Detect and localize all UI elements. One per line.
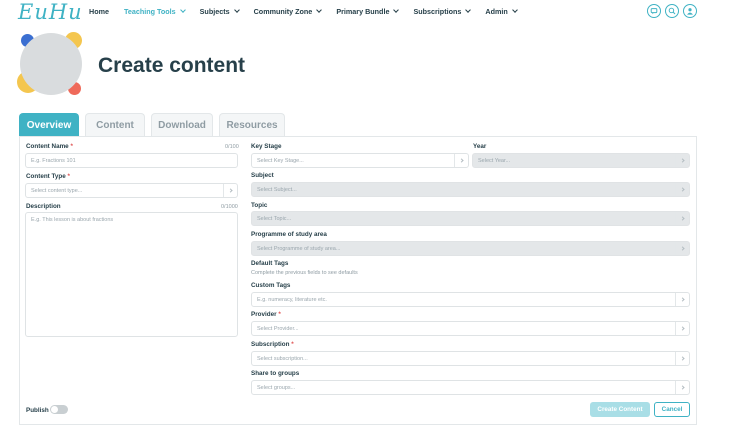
nav-item-subjects[interactable]: Subjects: [200, 7, 240, 16]
nav-item-subscriptions[interactable]: Subscriptions: [413, 7, 472, 16]
avatar-placeholder[interactable]: [20, 33, 82, 95]
create-content-button[interactable]: Create Content: [590, 402, 650, 417]
provider-select[interactable]: Select Provider...: [251, 321, 690, 336]
custom-tags-input[interactable]: E.g. numeracy, literature etc.: [251, 292, 690, 307]
provider-label: Provider *: [251, 311, 281, 318]
nav-item-community-zone[interactable]: Community Zone: [254, 7, 323, 16]
chevron-down-icon: [675, 212, 689, 225]
top-nav: EuHu Home Teaching Tools Subjects Commun…: [0, 0, 734, 24]
description-counter: 0/1000: [221, 204, 238, 210]
content-name-label: Content Name *: [26, 143, 73, 150]
logo[interactable]: EuHu: [18, 0, 83, 24]
chevron-down-icon: [675, 154, 689, 167]
tab-download[interactable]: Download: [151, 113, 213, 136]
chevron-down-icon: [465, 7, 472, 13]
chevron-down-icon: [675, 322, 689, 335]
chevron-down-icon: [675, 242, 689, 255]
subscription-label: Subscription *: [251, 341, 294, 348]
chevron-down-icon: [511, 7, 518, 13]
chevron-down-icon: [675, 352, 689, 365]
share-groups-label: Share to groups: [251, 370, 300, 377]
share-groups-select[interactable]: Select groups...: [251, 380, 690, 395]
user-icon[interactable]: [683, 4, 697, 18]
nav-menu: Home Teaching Tools Subjects Community Z…: [89, 7, 532, 16]
nav-item-teaching-tools[interactable]: Teaching Tools: [124, 7, 186, 16]
chevron-down-icon: [675, 183, 689, 196]
key-stage-select[interactable]: Select Key Stage...: [251, 153, 469, 168]
subject-select[interactable]: Select Subject...: [251, 182, 690, 197]
content-avatar: [17, 31, 84, 97]
chevron-down-icon: [393, 7, 400, 13]
tab-resources[interactable]: Resources: [219, 113, 285, 136]
programme-label: Programme of study area: [251, 231, 327, 238]
subject-label: Subject: [251, 172, 274, 179]
search-icon[interactable]: [665, 4, 679, 18]
chat-icon[interactable]: [647, 4, 661, 18]
nav-item-primary-bundle[interactable]: Primary Bundle: [336, 7, 400, 16]
publish-label: Publish: [26, 407, 49, 414]
nav-icons: [647, 4, 697, 18]
nav-item-admin[interactable]: Admin: [485, 7, 518, 16]
topic-select[interactable]: Select Topic...: [251, 211, 690, 226]
subscription-select[interactable]: Select subscription...: [251, 351, 690, 366]
key-stage-label: Key Stage: [251, 143, 282, 150]
chevron-down-icon: [179, 7, 186, 13]
chevron-down-icon: [223, 184, 237, 197]
topic-label: Topic: [251, 202, 268, 209]
tab-bar: Overview Content Download Resources: [19, 113, 285, 136]
tab-overview[interactable]: Overview: [19, 113, 79, 136]
content-type-select[interactable]: Select content type...: [25, 183, 238, 198]
chevron-down-icon: [233, 7, 240, 13]
chevron-down-icon: [675, 381, 689, 394]
chevron-down-icon: [316, 7, 323, 13]
chevron-down-icon: [675, 293, 689, 306]
content-name-input[interactable]: E.g. Fractions 101: [25, 153, 238, 168]
content-type-label: Content Type *: [26, 173, 70, 180]
description-label: Description: [26, 203, 61, 210]
programme-select[interactable]: Select Programme of study area...: [251, 241, 690, 256]
description-textarea[interactable]: E.g. This lesson is about fractions: [25, 212, 238, 337]
publish-toggle[interactable]: [50, 405, 68, 414]
nav-item-home[interactable]: Home: [89, 7, 109, 16]
default-tags-label: Default Tags: [251, 260, 289, 267]
chevron-down-icon: [454, 154, 468, 167]
page-title: Create content: [98, 54, 246, 77]
cancel-button[interactable]: Cancel: [654, 402, 690, 417]
content-name-counter: 0/100: [225, 144, 239, 150]
custom-tags-label: Custom Tags: [251, 282, 291, 289]
tab-content[interactable]: Content: [85, 113, 145, 136]
year-label: Year: [473, 143, 487, 150]
default-tags-hint: Complete the previous fields to see defa…: [251, 270, 358, 276]
year-select[interactable]: Select Year...: [472, 153, 690, 168]
